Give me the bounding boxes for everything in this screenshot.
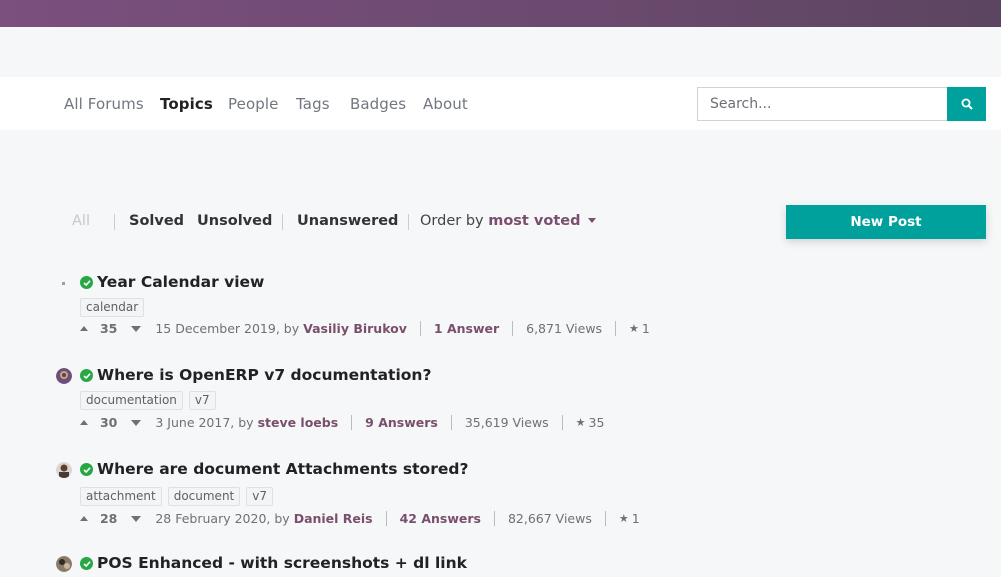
vote-count: 28 (99, 511, 118, 526)
answer-count[interactable]: 42 Answers (400, 511, 481, 526)
nav-people[interactable]: People (228, 95, 278, 113)
vote-count: 35 (99, 321, 118, 336)
star-icon: ★ (575, 416, 586, 429)
post-date: 15 December 2019, by (155, 321, 300, 336)
post-meta: 28 28 February 2020, by Daniel Reis 42 A… (80, 510, 640, 526)
meta-divider (561, 415, 563, 430)
filter-unanswered[interactable]: Unanswered (297, 213, 398, 229)
avatar[interactable] (56, 368, 72, 384)
post-date: 28 February 2020, by (155, 511, 290, 526)
post-meta: 35 15 December 2019, by Vasiliy Birukov … (80, 320, 650, 336)
post-author[interactable]: Vasiliy Birukov (303, 321, 407, 336)
favorite-count: 35 (588, 415, 605, 430)
post-item: Where are document Attachments stored? a… (0, 460, 700, 540)
tag[interactable]: v7 (188, 391, 216, 410)
filter-divider (114, 214, 115, 230)
post-title[interactable]: Where are document Attachments stored? (97, 460, 468, 478)
nav-topics[interactable]: Topics (160, 95, 213, 113)
tag[interactable]: calendar (80, 298, 145, 317)
view-count: 82,667 Views (507, 511, 592, 526)
post-tags: calendar (80, 296, 150, 317)
post-meta: 30 3 June 2017, by steve loebs 9 Answers… (80, 414, 604, 430)
post-title[interactable]: Where is OpenERP v7 documentation? (97, 366, 431, 384)
meta-divider (351, 415, 353, 430)
post-author[interactable]: steve loebs (258, 415, 339, 430)
post-item: Year Calendar view calendar 35 15 Decemb… (0, 273, 700, 353)
meta-divider (604, 511, 606, 526)
meta-divider (493, 511, 495, 526)
nav-badges[interactable]: Badges (350, 95, 406, 113)
post-item: Where is OpenERP v7 documentation? docum… (0, 366, 700, 446)
meta-divider (385, 511, 387, 526)
post-filters: All Solved Unsolved Unanswered Order by … (0, 213, 700, 233)
order-by-label: Order by (420, 213, 484, 229)
avatar[interactable] (56, 462, 72, 478)
vote-down-icon[interactable] (131, 419, 142, 426)
order-by-value: most voted (488, 213, 581, 229)
solved-check-icon (80, 463, 93, 476)
post-date: 3 June 2017, by (155, 415, 254, 430)
filter-unsolved[interactable]: Unsolved (197, 213, 272, 229)
answer-count[interactable]: 9 Answers (365, 415, 438, 430)
meta-divider (450, 415, 452, 430)
vote-down-icon[interactable] (131, 515, 142, 522)
new-post-button[interactable]: New Post (786, 205, 986, 239)
meta-divider (615, 321, 617, 336)
star-icon: ★ (618, 512, 629, 525)
post-title[interactable]: POS Enhanced - with screenshots + dl lin… (97, 554, 467, 572)
tag[interactable]: attachment (80, 487, 162, 506)
search-button[interactable] (947, 87, 986, 121)
vote-up-icon[interactable] (80, 420, 88, 425)
filter-divider (282, 214, 283, 230)
view-count: 6,871 Views (526, 321, 603, 336)
post-tags: documentation v7 (80, 389, 222, 410)
solved-check-icon (80, 369, 93, 382)
post-tags: attachment document v7 (80, 485, 279, 506)
vote-up-icon[interactable] (80, 326, 88, 331)
solved-check-icon (80, 557, 93, 570)
top-banner (0, 0, 1001, 27)
vote-down-icon[interactable] (131, 325, 142, 332)
post-item: POS Enhanced - with screenshots + dl lin… (0, 554, 700, 577)
filter-all[interactable]: All (72, 213, 90, 229)
filter-solved[interactable]: Solved (129, 213, 184, 229)
tag[interactable]: v7 (246, 487, 273, 506)
meta-divider (512, 321, 514, 336)
filter-divider (408, 214, 409, 230)
search-icon (961, 98, 973, 110)
post-title[interactable]: Year Calendar view (97, 273, 264, 291)
order-by-dropdown[interactable]: Order by most voted (420, 213, 597, 229)
view-count: 35,619 Views (464, 415, 549, 430)
tag[interactable]: documentation (80, 391, 183, 410)
caret-down-icon (588, 218, 597, 223)
star-icon: ★ (629, 322, 639, 335)
avatar[interactable] (56, 556, 72, 572)
avatar[interactable] (56, 275, 72, 291)
vote-up-icon[interactable] (80, 516, 88, 521)
favorite-count: 1 (631, 511, 640, 526)
tag[interactable]: document (167, 487, 241, 506)
post-author[interactable]: Daniel Reis (294, 511, 373, 526)
answer-count[interactable]: 1 Answer (434, 321, 499, 336)
nav-about[interactable]: About (423, 95, 468, 113)
nav-all-forums[interactable]: All Forums (64, 95, 144, 113)
solved-check-icon (80, 276, 93, 289)
meta-divider (419, 321, 421, 336)
favorite-count: 1 (641, 321, 650, 336)
nav-tags[interactable]: Tags (296, 95, 330, 113)
search-input[interactable] (697, 87, 948, 121)
vote-count: 30 (99, 415, 118, 430)
